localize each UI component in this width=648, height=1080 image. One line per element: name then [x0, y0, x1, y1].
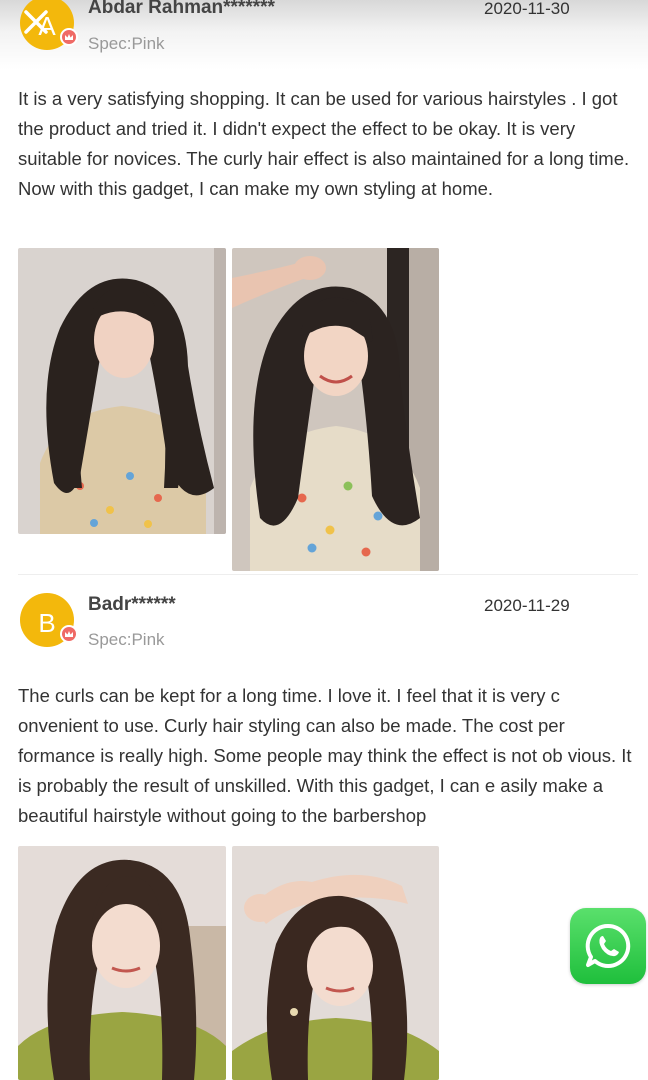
reviewer-name: Abdar Rahman*******: [88, 0, 275, 18]
review-text: The curls can be kept for a long time. I…: [18, 685, 632, 826]
review-date: 2020-11-30: [484, 0, 570, 18]
close-icon: [24, 10, 48, 34]
product-spec: Spec:Pink: [88, 630, 165, 649]
avatar: B: [20, 593, 78, 647]
product-spec: Spec:Pink: [88, 34, 165, 53]
vip-crown-icon: [60, 625, 78, 643]
review-text: It is a very satisfying shopping. It can…: [18, 88, 630, 199]
review-photo[interactable]: [18, 846, 226, 1080]
close-button[interactable]: [18, 4, 54, 40]
review-date: 2020-11-29: [484, 596, 570, 615]
whatsapp-button[interactable]: [570, 908, 646, 984]
review-photo[interactable]: [18, 248, 226, 534]
reviewer-name: Badr******: [88, 594, 176, 615]
review-divider: [18, 574, 638, 575]
review-card: A Abdar Rahman******* 2020-11-30 Spec:Pi…: [0, 0, 648, 580]
vip-crown-icon: [60, 28, 78, 46]
review-photo[interactable]: [232, 846, 439, 1080]
review-photo[interactable]: [232, 248, 439, 571]
review-card: B Badr****** 2020-11-29 Spec:Pink The cu…: [0, 590, 648, 1080]
whatsapp-icon: [585, 923, 631, 968]
